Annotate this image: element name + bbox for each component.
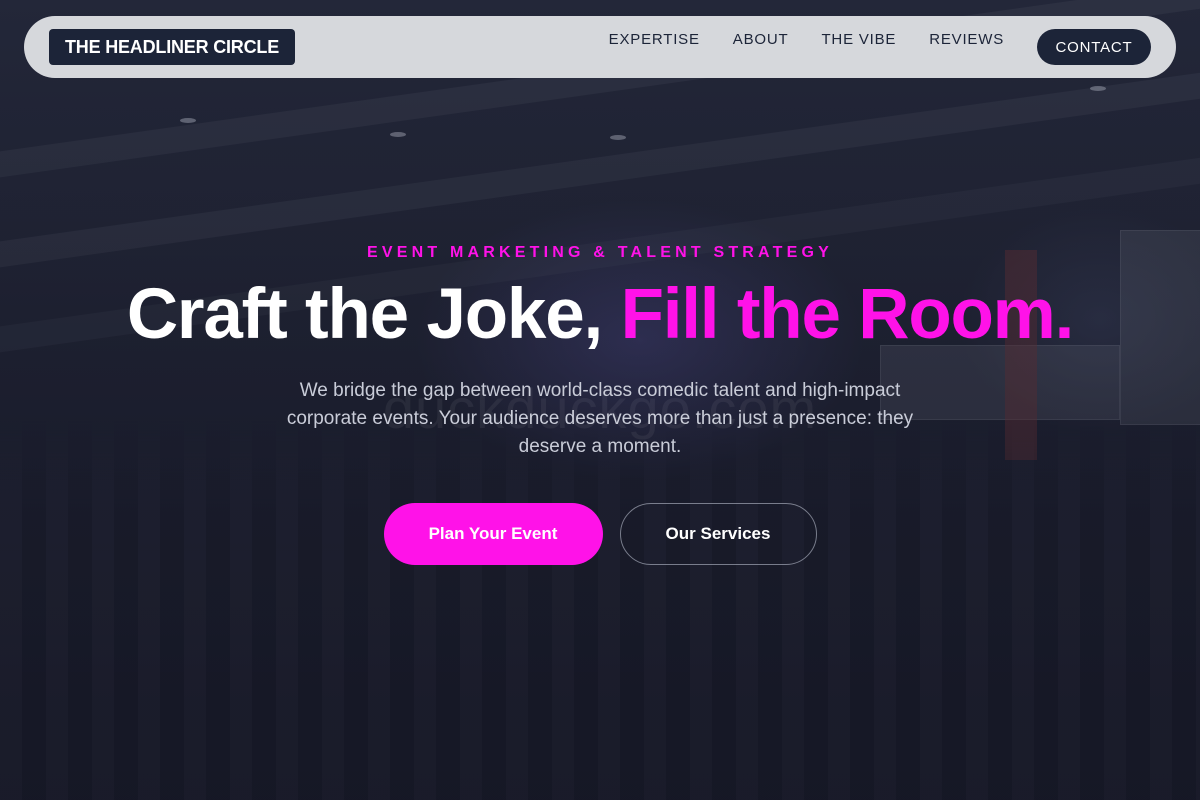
headline-accent: Fill the Room. <box>620 275 1075 354</box>
nav-link-expertise[interactable]: EXPERTISE <box>609 31 700 48</box>
nav-links: EXPERTISE ABOUT THE VIBE REVIEWS CONTACT <box>609 29 1151 65</box>
nav-link-reviews[interactable]: REVIEWS <box>929 31 1004 48</box>
headline-plain: Craft the Joke, <box>126 275 621 354</box>
hero-headline: Craft the Joke, Fill the Room. <box>0 278 1200 352</box>
hero-eyebrow: EVENT MARKETING & TALENT STRATEGY <box>366 244 833 261</box>
nav-link-the-vibe[interactable]: THE VIBE <box>821 31 896 48</box>
watermark-text: duckduckgo.com <box>382 377 818 440</box>
nav-link-about[interactable]: ABOUT <box>733 31 789 48</box>
our-services-button[interactable]: Our Services <box>619 503 817 565</box>
top-navbar: THE HEADLINER CIRCLE EXPERTISE ABOUT THE… <box>24 16 1176 78</box>
hero-cta-group: Plan Your Event Our Services <box>0 503 1200 565</box>
brand-logo[interactable]: THE HEADLINER CIRCLE <box>49 29 296 65</box>
contact-button[interactable]: CONTACT <box>1037 29 1151 65</box>
hero-section: EVENT MARKETING & TALENT STRATEGY duckdu… <box>0 244 1200 565</box>
plan-event-button[interactable]: Plan Your Event <box>383 503 603 565</box>
